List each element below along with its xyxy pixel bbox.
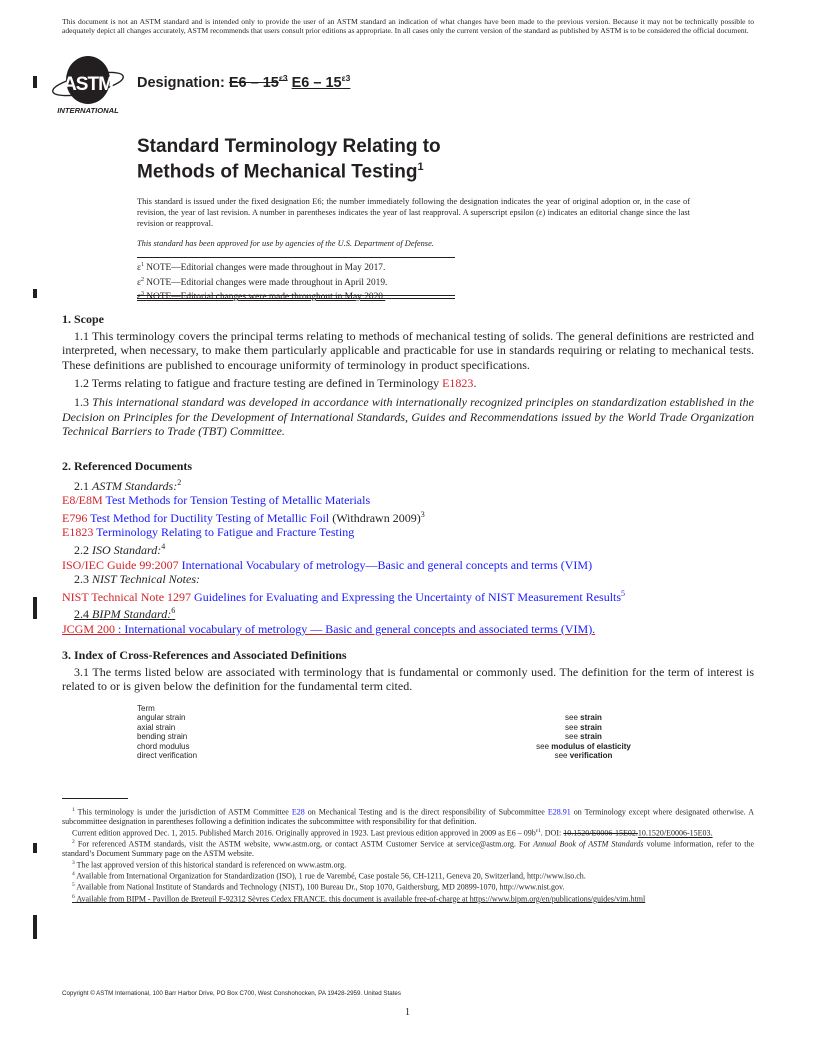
change-bar (33, 597, 37, 619)
disclaimer-text: This document is not an ASTM standard an… (62, 17, 754, 35)
change-bar (33, 915, 37, 939)
table-row: chord modulus see modulus of elasticity (137, 741, 631, 751)
iso-standard-label: 2.2 ISO Standard:4 (74, 541, 166, 557)
table-row: direct verification see verification (137, 751, 613, 761)
reference-item[interactable]: E8/E8M Test Methods for Tension Testing … (62, 493, 754, 508)
section-heading: 1. Scope (62, 312, 104, 326)
reference-item[interactable]: E1823 Terminology Relating to Fatigue an… (62, 525, 754, 540)
table-header: Term (137, 704, 155, 713)
footnote-divider (62, 798, 128, 799)
term-table: Term angular strain see strain axial stra… (137, 704, 690, 760)
reference-item[interactable]: ISO/IEC Guide 99:2007 International Voca… (62, 558, 754, 573)
footnote-2: 2 For referenced ASTM standards, visit t… (62, 839, 755, 859)
link-e1823[interactable]: E1823 (442, 376, 473, 390)
paragraph-1-3: 1.3 This international standard was deve… (62, 394, 754, 439)
astm-standards-label: 2.1 ASTM Standards:2 (74, 477, 182, 493)
nist-label: 2.3 NIST Technical Notes: (74, 572, 201, 587)
change-bar (33, 289, 37, 298)
link-e28-91[interactable]: E28.91 (548, 808, 571, 817)
change-bar (33, 843, 37, 853)
designation-old: E6 – 15ε3 (228, 73, 288, 91)
footnote-6: 6 Available from BIPM - Pavillon de Bret… (72, 893, 646, 904)
editorial-note: ε2 NOTE—Editorial changes were made thro… (137, 276, 388, 288)
page-title: Standard Terminology Relating to Methods… (137, 136, 441, 183)
doi-old: 10.1520/E0006-15E02. (563, 828, 638, 838)
astm-logo: ASTM INTERNATIONAL (47, 54, 129, 116)
table-row: bending strain see strain (137, 732, 602, 742)
section-heading: 3. Index of Cross-References and Associa… (62, 648, 347, 662)
svg-text:ASTM: ASTM (63, 74, 113, 95)
page-number: 1 (405, 1007, 410, 1018)
table-row: axial strain see strain (137, 722, 602, 732)
change-bar (33, 76, 37, 88)
link-e28[interactable]: E28 (292, 808, 305, 817)
doi-new: 10.1520/E0006-15E03. (637, 828, 713, 838)
section-index: 3. Index of Cross-References and Associa… (62, 648, 754, 694)
paragraph-1-1: 1.1 This terminology covers the principa… (62, 328, 754, 372)
paragraph-3-1: 3.1 The terms listed below are associate… (62, 664, 754, 694)
reference-item[interactable]: JCGM 200 : International vocabulary of m… (62, 622, 754, 637)
copyright: Copyright © ASTM International, 100 Barr… (62, 990, 401, 997)
svg-text:INTERNATIONAL: INTERNATIONAL (57, 106, 119, 115)
bipm-label: 2.4 BIPM Standard:6 (74, 606, 176, 622)
footnote-ref[interactable]: 1 (417, 161, 423, 173)
designation-new: E6 – 15ε3 (291, 73, 351, 91)
designation-label: Designation: (137, 74, 225, 91)
notes-divider (137, 295, 455, 299)
designation: Designation: E6 – 15ε3 E6 – 15ε3 (137, 73, 350, 91)
table-row: angular strain see strain (137, 713, 602, 723)
paragraph-1-2: 1.2 Terms relating to fatigue and fractu… (74, 376, 477, 391)
dod-statement: This standard has been approved for use … (137, 239, 434, 248)
footnote-1-edition: Current edition approved Dec. 1, 2015. P… (72, 827, 713, 838)
footnote-1: 1 This terminology is under the jurisdic… (62, 807, 754, 827)
editorial-note: ε1 NOTE—Editorial changes were made thro… (137, 262, 386, 274)
footnotes: 1 This terminology is under the jurisdic… (62, 806, 754, 904)
issue-statement: This standard is issued under the fixed … (137, 197, 690, 228)
footnote-3: 3 The last approved version of this hist… (72, 859, 347, 870)
footnote-4: 4 Available from International Organizat… (72, 871, 586, 881)
footnote-5: 5 Available from National Institute of S… (72, 882, 565, 893)
section-referenced-documents: 2. Referenced Documents 2.1 ASTM Standar… (62, 459, 754, 637)
section-heading: 2. Referenced Documents (62, 459, 193, 473)
section-scope: 1. Scope 1.1 This terminology covers the… (62, 312, 754, 439)
astm-logo-icon: ASTM INTERNATIONAL (52, 56, 124, 115)
reference-item[interactable]: E796 Test Method for Ductility Testing o… (62, 508, 754, 526)
reference-item[interactable]: NIST Technical Note 1297 Guidelines for … (62, 587, 754, 605)
